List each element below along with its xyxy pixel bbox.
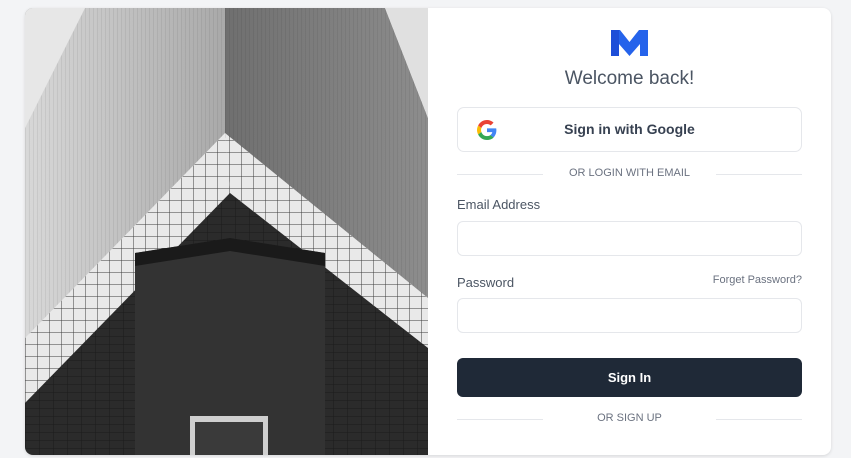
email-divider: OR LOGIN WITH EMAIL xyxy=(457,167,802,181)
sign-in-button[interactable]: Sign In xyxy=(457,358,802,397)
architecture-photo xyxy=(25,8,428,455)
forgot-password-link[interactable]: Forget Password? xyxy=(713,274,802,286)
signup-divider-text[interactable]: OR SIGN UP xyxy=(457,412,802,424)
m-logo-icon xyxy=(611,30,648,56)
google-signin-button[interactable]: Sign in with Google xyxy=(457,107,802,152)
google-signin-label: Sign in with Google xyxy=(564,121,695,137)
password-field[interactable] xyxy=(457,298,802,333)
signup-divider: OR SIGN UP xyxy=(457,412,802,426)
password-label: Password xyxy=(457,275,515,290)
divider-line-right xyxy=(716,174,802,175)
welcome-heading: Welcome back! xyxy=(564,68,695,89)
email-divider-text: OR LOGIN WITH EMAIL xyxy=(568,167,690,179)
email-label: Email Address xyxy=(457,197,541,212)
divider-line-right xyxy=(716,419,802,420)
login-card: Welcome back! Sign in with Google OR LOG… xyxy=(25,8,831,455)
login-form: Welcome back! Sign in with Google OR LOG… xyxy=(457,8,802,455)
email-field[interactable] xyxy=(457,221,802,256)
